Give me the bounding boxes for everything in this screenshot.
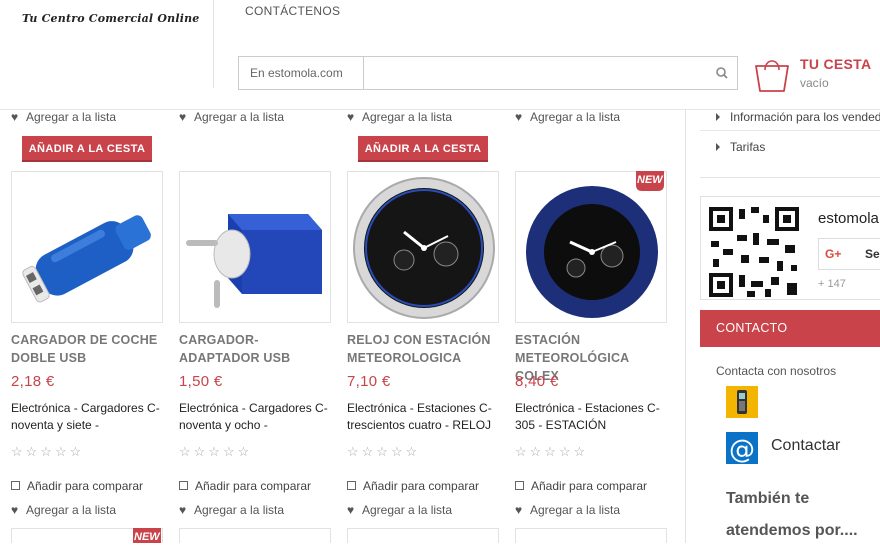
wishlist-link[interactable]: ♥ Agregar a la lista [515, 503, 620, 517]
google-plus-follow-button[interactable]: G+ Se [818, 238, 880, 270]
divider [700, 130, 880, 131]
new-badge: NEW [131, 528, 163, 543]
product-image-car-charger[interactable] [11, 171, 163, 323]
product-price: 1,50 € [179, 373, 223, 390]
search-bar: En estomola.com [238, 56, 738, 90]
product-image[interactable] [347, 528, 499, 543]
wishlist-link[interactable]: ♥ Agregar a la lista [347, 503, 452, 517]
rating-stars: ☆☆☆☆☆ [179, 444, 253, 459]
product-name[interactable]: CARGADOR-ADAPTADOR USB [179, 331, 339, 367]
car-charger-image [22, 215, 151, 303]
heart-icon: ♥ [179, 503, 187, 517]
product-grid: ♥ Agregar a la lista ♥ Agregar a la lista … [0, 110, 685, 543]
contact-subtitle: Contacta con nosotros [716, 364, 837, 378]
wishlist-link[interactable]: ♥ Agregar a la lista [11, 503, 116, 517]
wishlist-link[interactable]: ♥ Agregar a la lista [515, 110, 620, 124]
svg-text:@: @ [729, 435, 755, 464]
qr-code-icon [707, 205, 801, 299]
product-description: Electrónica - Estaciones C-305 - ESTACIÓ… [515, 401, 660, 432]
cart-title: TU CESTA [800, 56, 872, 72]
product-name[interactable]: CARGADOR DE COCHE DOBLE USB [11, 331, 171, 367]
new-badge: NEW [634, 171, 666, 191]
rating-stars: ☆☆☆☆☆ [347, 444, 421, 459]
google-plus-label: Se [865, 247, 880, 261]
product-price: 7,10 € [347, 373, 391, 390]
heart-icon: ♥ [515, 110, 523, 124]
heart-icon: ♥ [11, 503, 19, 517]
heart-icon: ♥ [347, 110, 355, 124]
header: Tu Centro Comercial Online CONTÁCTENOS E… [0, 0, 880, 110]
product-image[interactable] [179, 528, 331, 543]
compare-checkbox[interactable]: Añadir para comparar [515, 479, 647, 493]
product-image-usb-adapter[interactable] [179, 171, 331, 323]
checkbox-icon [347, 481, 356, 490]
product-image-weather-station[interactable] [515, 171, 667, 323]
sidebar-divider [685, 110, 686, 543]
brand-name: estomola [818, 210, 879, 227]
product-description: Electrónica - Cargadores C-noventa y och… [179, 401, 328, 432]
sidebar-link-tarifas[interactable]: Tarifas [716, 140, 765, 154]
header-divider [213, 0, 214, 88]
rating-stars: ☆☆☆☆☆ [11, 444, 85, 459]
heart-icon: ♥ [11, 110, 19, 124]
cart-widget[interactable]: TU CESTA vacío [752, 54, 880, 94]
compare-checkbox[interactable]: Añadir para comparar [11, 479, 143, 493]
product-name[interactable]: RELOJ CON ESTACIÓN METEOROLOGICA [347, 331, 507, 367]
product-price: 8,40 € [515, 373, 559, 390]
search-button[interactable] [707, 57, 737, 89]
caret-right-icon [716, 113, 720, 121]
search-scope-select[interactable]: En estomola.com [239, 57, 364, 89]
also-contact-text: También te atendemos por.... [726, 490, 858, 539]
wall-clock-image [353, 177, 495, 319]
heart-icon: ♥ [179, 110, 187, 124]
wishlist-link[interactable]: ♥ Agregar a la lista [179, 110, 284, 124]
search-icon [716, 67, 728, 79]
usb-adapter-image [186, 214, 322, 308]
google-plus-icon: G+ [825, 247, 842, 261]
sidebar-links: Información para los vendedores Tarifas [700, 110, 880, 178]
cart-status: vacío [800, 76, 829, 90]
blue-clock-image [526, 186, 658, 318]
phone-icon[interactable] [726, 386, 758, 418]
heart-icon: ♥ [347, 503, 355, 517]
nav-contact-link[interactable]: CONTÁCTENOS [245, 4, 340, 18]
search-input[interactable] [365, 57, 705, 89]
wishlist-link[interactable]: ♥ Agregar a la lista [179, 503, 284, 517]
checkbox-icon [11, 481, 20, 490]
heart-icon: ♥ [515, 503, 523, 517]
caret-right-icon [716, 143, 720, 151]
product-description: Electrónica - Cargadores C-noventa y sie… [11, 401, 160, 432]
product-image[interactable] [515, 528, 667, 543]
compare-checkbox[interactable]: Añadir para comparar [347, 479, 479, 493]
shopping-bag-icon [755, 60, 789, 92]
contact-link[interactable]: Contactar [771, 437, 840, 455]
compare-checkbox[interactable]: Añadir para comparar [179, 479, 311, 493]
add-to-cart-button[interactable]: AÑADIR A LA CESTA [358, 136, 488, 162]
contact-heading: CONTACTO [700, 310, 880, 347]
wishlist-link[interactable]: ♥ Agregar a la lista [347, 110, 452, 124]
sidebar-link-vendors[interactable]: Información para los vendedores [716, 110, 880, 124]
add-to-cart-button[interactable]: AÑADIR A LA CESTA [22, 136, 152, 162]
site-logo[interactable]: Tu Centro Comercial Online [22, 12, 199, 25]
checkbox-icon [179, 481, 188, 490]
email-icon[interactable]: @ [726, 432, 758, 465]
followers-count: + 147 [818, 278, 846, 290]
rating-stars: ☆☆☆☆☆ [515, 444, 589, 459]
checkbox-icon [515, 481, 524, 490]
product-image-clock-weather[interactable] [347, 171, 499, 323]
product-description: Electrónica - Estaciones C-trescientos c… [347, 401, 492, 432]
product-price: 2,18 € [11, 373, 55, 390]
wishlist-link[interactable]: ♥ Agregar a la lista [11, 110, 116, 124]
